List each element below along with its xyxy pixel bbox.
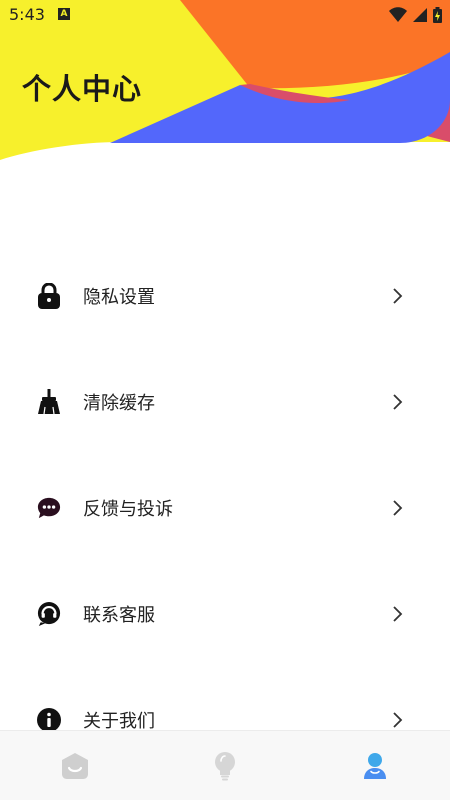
settings-menu: 隐私设置 清除缓存 反馈与投诉 联系客服 关于我们 <box>0 243 450 773</box>
menu-item-label: 联系客服 <box>83 605 155 626</box>
tab-discover[interactable] <box>210 751 240 781</box>
menu-item-privacy-settings[interactable]: 隐私设置 <box>0 243 450 349</box>
wifi-icon <box>389 7 407 22</box>
bottom-tab-bar <box>0 730 450 800</box>
chevron-right-icon <box>393 712 403 728</box>
page-title: 个人中心 <box>22 72 143 106</box>
home-face-icon <box>62 753 88 779</box>
status-time: 5:43 <box>9 5 45 24</box>
lightbulb-icon <box>215 752 235 781</box>
chevron-right-icon <box>393 288 403 304</box>
menu-item-label: 隐私设置 <box>83 287 155 308</box>
info-icon <box>37 708 61 732</box>
chat-bubble-icon <box>37 496 61 520</box>
menu-item-label: 反馈与投诉 <box>83 499 173 520</box>
chevron-right-icon <box>393 500 403 516</box>
menu-item-clear-cache[interactable]: 清除缓存 <box>0 349 450 455</box>
tab-home[interactable] <box>60 751 90 781</box>
broom-icon <box>37 389 61 415</box>
user-icon <box>364 753 386 779</box>
cellular-signal-icon <box>413 8 427 22</box>
menu-item-contact-support[interactable]: 联系客服 <box>0 561 450 667</box>
chevron-right-icon <box>393 606 403 622</box>
lock-icon <box>37 283 61 309</box>
menu-item-feedback[interactable]: 反馈与投诉 <box>0 455 450 561</box>
battery-charging-icon <box>433 7 442 23</box>
customer-service-icon <box>37 602 61 626</box>
status-bar: 5:43 A <box>0 0 450 30</box>
notification-app-icon: A <box>58 8 70 20</box>
status-icons <box>389 6 442 24</box>
menu-item-label: 清除缓存 <box>83 393 155 414</box>
tab-profile[interactable] <box>360 751 390 781</box>
chevron-right-icon <box>393 394 403 410</box>
